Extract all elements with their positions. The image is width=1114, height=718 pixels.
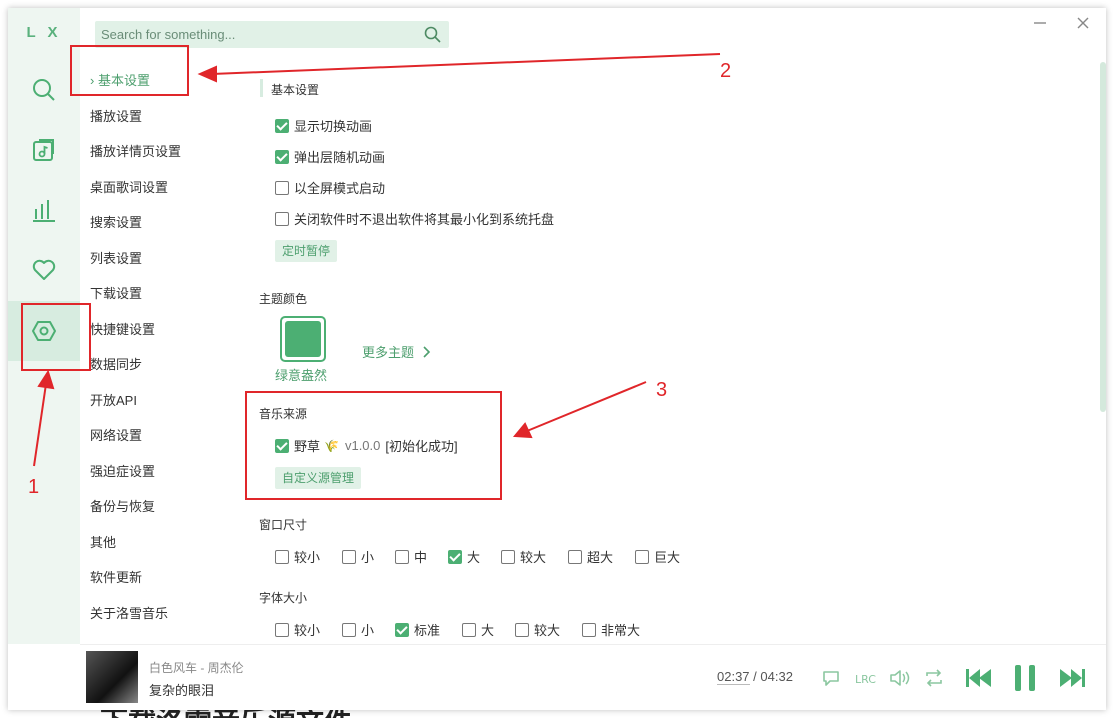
window-size-option[interactable]: 较大 [501, 547, 546, 566]
checkbox[interactable] [342, 549, 356, 564]
theme-color-fill [285, 321, 321, 357]
font-size-option[interactable]: 小 [342, 620, 374, 639]
volume-icon[interactable] [888, 667, 912, 689]
option-show-switch-animation[interactable]: 显示切换动画 [275, 116, 372, 135]
song-title: 复杂的眼泪 [149, 683, 215, 698]
annotation-box-2 [70, 45, 189, 96]
checkbox[interactable] [568, 549, 582, 564]
menu-item-backup[interactable]: 备份与恢复 [90, 496, 155, 518]
close-icon[interactable] [1074, 14, 1092, 32]
checkbox[interactable] [635, 549, 649, 564]
font-size-option[interactable]: 较小 [275, 620, 320, 639]
search-icon [33, 79, 55, 101]
search-icon[interactable] [423, 25, 443, 45]
chevron-right-icon [423, 345, 431, 358]
menu-item-sync[interactable]: 数据同步 [90, 354, 142, 376]
album-cover[interactable] [86, 651, 138, 703]
menu-item-ocd[interactable]: 强迫症设置 [90, 461, 155, 483]
menu-item-open-api[interactable]: 开放API [90, 390, 137, 412]
menu-item-about[interactable]: 关于洛雪音乐 [90, 603, 168, 625]
checkbox[interactable] [275, 180, 289, 195]
rail-favorites[interactable] [8, 240, 80, 300]
next-icon[interactable] [1056, 665, 1088, 691]
theme-swatch[interactable] [280, 316, 326, 362]
annotation-number-1: 1 [28, 476, 40, 498]
section-title-window-size: 窗口尺寸 [259, 518, 308, 532]
menu-item-update[interactable]: 软件更新 [90, 567, 142, 589]
menu-item-list[interactable]: 列表设置 [90, 248, 142, 270]
search-box[interactable] [95, 21, 449, 48]
timer-pause-button[interactable]: 定时暂停 [275, 240, 338, 262]
window-size-option[interactable]: 巨大 [635, 547, 680, 566]
checkbox[interactable] [275, 149, 289, 164]
checkbox[interactable] [275, 549, 289, 564]
checkbox[interactable] [501, 549, 515, 564]
search-input[interactable] [95, 21, 415, 48]
window-size-option[interactable]: 较小 [275, 547, 320, 566]
menu-item-playback[interactable]: 播放设置 [90, 106, 142, 128]
play-time: 02:37 / 04:32 [717, 669, 793, 685]
section-title-basic: 基本设置 [271, 83, 320, 97]
option-minimize-to-tray[interactable]: 关闭软件时不退出软件将其最小化到系统托盘 [275, 209, 554, 228]
menu-item-download[interactable]: 下载设置 [90, 283, 142, 305]
checkbox[interactable] [448, 549, 462, 564]
scrollbar[interactable] [1100, 62, 1106, 412]
menu-item-desktop-lyric[interactable]: 桌面歌词设置 [90, 177, 168, 199]
song-meta: 白色风车 - 周杰伦 [149, 661, 244, 675]
font-size-option[interactable]: 大 [462, 620, 494, 639]
checkbox[interactable] [275, 622, 289, 637]
checkbox[interactable] [342, 622, 356, 637]
section-title-font-size: 字体大小 [259, 591, 308, 605]
annotation-box-1 [21, 303, 91, 371]
section-title-theme: 主题颜色 [259, 292, 308, 306]
minimize-icon[interactable] [1031, 14, 1049, 32]
rail-leaderboard[interactable] [8, 180, 80, 240]
checkbox[interactable] [395, 622, 409, 637]
window-size-option[interactable]: 大 [448, 547, 480, 566]
menu-item-other[interactable]: 其他 [90, 532, 116, 554]
comment-icon[interactable] [821, 668, 843, 688]
repeat-icon[interactable] [923, 667, 945, 689]
annotation-number-3: 3 [656, 379, 668, 401]
option-start-fullscreen[interactable]: 以全屏模式启动 [275, 178, 385, 197]
checkbox[interactable] [275, 118, 289, 133]
player-bar [80, 644, 1106, 710]
menu-item-play-detail[interactable]: 播放详情页设置 [90, 141, 181, 163]
font-size-option[interactable]: 标准 [395, 620, 440, 639]
music-list-icon [33, 139, 54, 161]
window-size-option[interactable]: 中 [395, 547, 427, 566]
app-logo: L X [26, 24, 62, 41]
lyric-toggle-icon[interactable]: LRC [854, 667, 878, 689]
previous-icon[interactable] [963, 665, 995, 691]
font-size-option[interactable]: 非常大 [582, 620, 640, 639]
chart-bars-icon [33, 200, 55, 222]
section-marker [260, 79, 263, 97]
rail-songlist[interactable] [8, 120, 80, 180]
annotation-number-2: 2 [720, 60, 732, 82]
option-popup-random-animation[interactable]: 弹出层随机动画 [275, 147, 385, 166]
checkbox[interactable] [582, 622, 596, 637]
pause-icon[interactable] [1010, 662, 1040, 694]
checkbox[interactable] [462, 622, 476, 637]
theme-name: 绿意盎然 [275, 368, 328, 383]
checkbox[interactable] [275, 211, 289, 226]
window-size-option[interactable]: 超大 [568, 547, 613, 566]
checkbox[interactable] [515, 622, 529, 637]
more-themes-link[interactable]: 更多主题 [362, 342, 434, 361]
settings-menu: › 基本设置 播放设置 播放详情页设置 桌面歌词设置 搜索设置 列表设置 下载设… [80, 62, 240, 644]
menu-item-hotkey[interactable]: 快捷键设置 [90, 319, 155, 341]
checkbox[interactable] [395, 549, 409, 564]
heart-icon [32, 259, 56, 280]
svg-text:LRC: LRC [855, 673, 876, 686]
menu-item-search[interactable]: 搜索设置 [90, 212, 142, 234]
font-size-option[interactable]: 较大 [515, 620, 560, 639]
window-size-option[interactable]: 小 [342, 547, 374, 566]
annotation-box-3 [245, 391, 502, 500]
menu-item-network[interactable]: 网络设置 [90, 425, 142, 447]
